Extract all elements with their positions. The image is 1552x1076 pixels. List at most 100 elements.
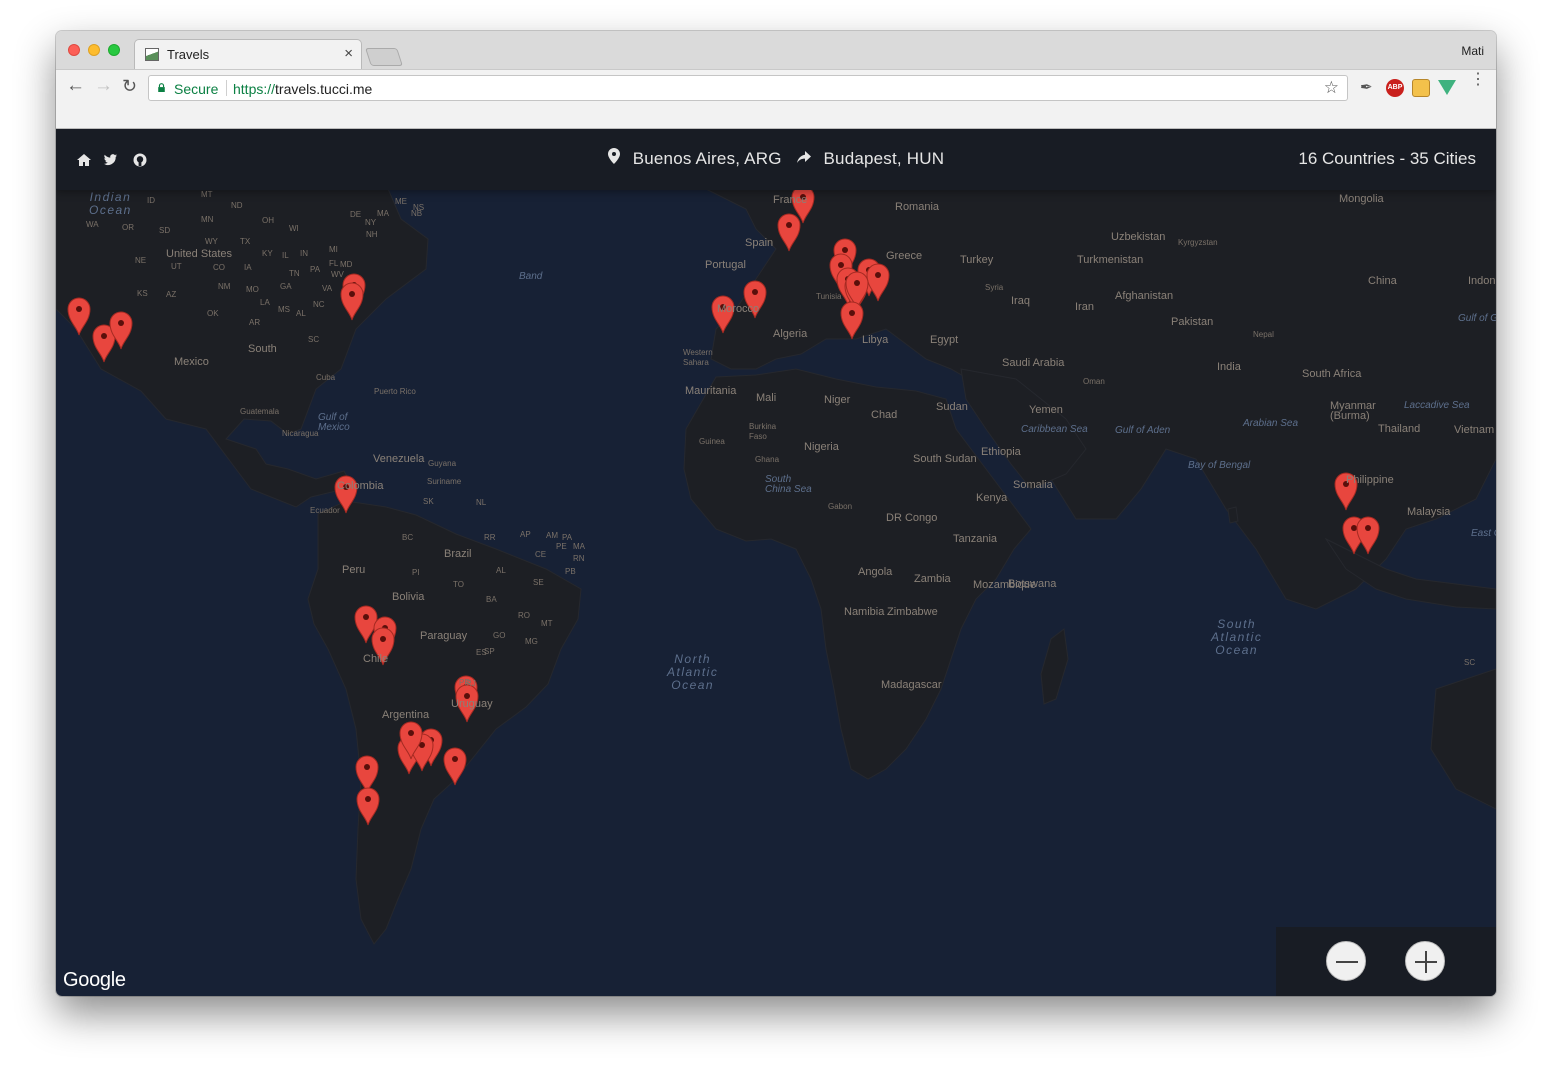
- map-label: Sudan: [936, 401, 968, 413]
- tab-close-icon[interactable]: ×: [344, 45, 353, 62]
- map-label: South China Sea: [765, 474, 812, 495]
- map-label: Myanmar (Burma): [1330, 400, 1376, 422]
- map-label: South Sudan: [913, 453, 977, 465]
- omnibox-separator: [226, 80, 227, 96]
- maximize-window-button[interactable]: [108, 44, 120, 56]
- map-label: Botswana: [1008, 578, 1057, 590]
- map-label: MN: [201, 215, 214, 224]
- map-label: OR: [122, 223, 134, 232]
- map-label: South Atlantic Ocean: [1211, 617, 1263, 657]
- map-label: MI: [329, 245, 338, 254]
- map-label: Gabon: [828, 502, 853, 511]
- map-label: Malaysia: [1407, 506, 1451, 518]
- map-label: NM: [218, 282, 231, 291]
- url-text[interactable]: https://travels.tucci.me: [233, 81, 372, 97]
- map-label: PI: [412, 568, 420, 577]
- forward-arrow-icon[interactable]: →: [94, 76, 113, 96]
- map-label: Somalia: [1013, 479, 1053, 491]
- map-label: Gulf of Aden: [1115, 425, 1171, 436]
- map-label: Egypt: [930, 334, 959, 346]
- map-label: Chile: [363, 653, 389, 665]
- new-tab-button[interactable]: [365, 48, 403, 66]
- tab-travels[interactable]: Travels ×: [134, 39, 362, 69]
- map-label: AL: [496, 566, 506, 575]
- map-label: Puerto Rico: [374, 387, 416, 396]
- map-label: SP: [484, 647, 495, 656]
- minimize-window-button[interactable]: [88, 44, 100, 56]
- secure-label: Secure: [174, 81, 219, 97]
- map-label: NH: [366, 230, 378, 239]
- back-arrow-icon[interactable]: ←: [66, 76, 85, 96]
- map-label: KS: [137, 289, 148, 298]
- adblock-extension-icon[interactable]: ABP: [1386, 79, 1404, 97]
- map-label: Vietnam: [1454, 424, 1495, 436]
- map-label: RO: [518, 611, 530, 620]
- map-label: Cuba: [316, 373, 336, 382]
- google-logo[interactable]: Google: [63, 969, 126, 992]
- bookmark-bar: [56, 106, 1496, 129]
- map-label: Indian Ocean: [89, 190, 132, 217]
- map-label: Zambia: [914, 573, 951, 585]
- map-label: Bolivia: [392, 591, 425, 603]
- map-label: France: [773, 194, 808, 206]
- map-label: Mongolia: [1339, 193, 1384, 205]
- map-label: Laccadive Sea: [1404, 400, 1470, 411]
- map-label: Tunisia: [816, 292, 842, 301]
- map-label: Mauritania: [685, 385, 737, 397]
- eyedropper-extension-icon[interactable]: ✒: [1360, 78, 1378, 96]
- map-label: Gulf of Mexico: [318, 412, 350, 433]
- tab-favicon-icon: [145, 48, 159, 61]
- map-label: Western Sahara: [683, 348, 713, 367]
- map-label: MA: [377, 209, 389, 218]
- map-label: ID: [147, 196, 155, 205]
- close-window-button[interactable]: [68, 44, 80, 56]
- map-label: MA: [573, 542, 585, 551]
- map-label: KY: [262, 249, 273, 258]
- map-label: AL: [296, 309, 306, 318]
- map-label: TX: [240, 237, 251, 246]
- map-label: WA: [86, 220, 99, 229]
- map-label: Guatemala: [240, 407, 280, 416]
- map-label: United States: [166, 248, 233, 260]
- map-label: PB: [565, 567, 576, 576]
- map-label: Mali: [756, 392, 777, 404]
- map-label: Guinea: [699, 437, 725, 446]
- zoom-out-button[interactable]: [1326, 941, 1366, 981]
- address-bar[interactable]: Secure https://travels.tucci.me ☆: [148, 75, 1348, 101]
- map-label: Afghanistan: [1115, 290, 1174, 302]
- map-label: NS: [413, 203, 425, 212]
- face-extension-icon[interactable]: [1412, 79, 1430, 97]
- map-label: SC: [1464, 658, 1476, 667]
- map-label: Oman: [1083, 377, 1105, 386]
- map-label: AM: [546, 531, 558, 540]
- reload-icon[interactable]: ↻: [122, 76, 137, 96]
- zoom-in-button[interactable]: [1405, 941, 1445, 981]
- minus-icon: [1336, 961, 1358, 963]
- world-map[interactable]: [56, 129, 1496, 996]
- map-label: Niger: [824, 394, 851, 406]
- map-label: Chad: [871, 409, 898, 421]
- map-label: Greece: [886, 250, 923, 262]
- map-label: NL: [476, 498, 487, 507]
- map-label: WY: [205, 237, 218, 246]
- map-label: Syria: [985, 283, 1004, 292]
- map-label: AR: [249, 318, 261, 327]
- map-label: Yemen: [1029, 404, 1063, 416]
- browser-menu-icon[interactable]: ⋮: [1470, 72, 1486, 88]
- lock-icon: [158, 83, 165, 92]
- map-label: Peru: [342, 564, 366, 576]
- australia-land: [1430, 668, 1496, 810]
- map-label: Spain: [745, 237, 774, 249]
- map-label: OK: [207, 309, 219, 318]
- app-header: Buenos Aires, ARG Budapest, HUN 16 Count…: [56, 129, 1496, 190]
- map-label: CE: [535, 550, 547, 559]
- bookmark-star-icon[interactable]: ☆: [1324, 78, 1339, 98]
- vue-devtools-extension-icon[interactable]: [1438, 80, 1456, 95]
- profile-name[interactable]: Mati: [1461, 44, 1484, 58]
- map-label: MT: [201, 190, 213, 199]
- map-label: OH: [262, 216, 274, 225]
- map-label: Tanzania: [953, 533, 998, 545]
- map-label: Band: [519, 271, 543, 282]
- map-label: Argentina: [382, 709, 430, 721]
- map-label: GO: [493, 631, 506, 640]
